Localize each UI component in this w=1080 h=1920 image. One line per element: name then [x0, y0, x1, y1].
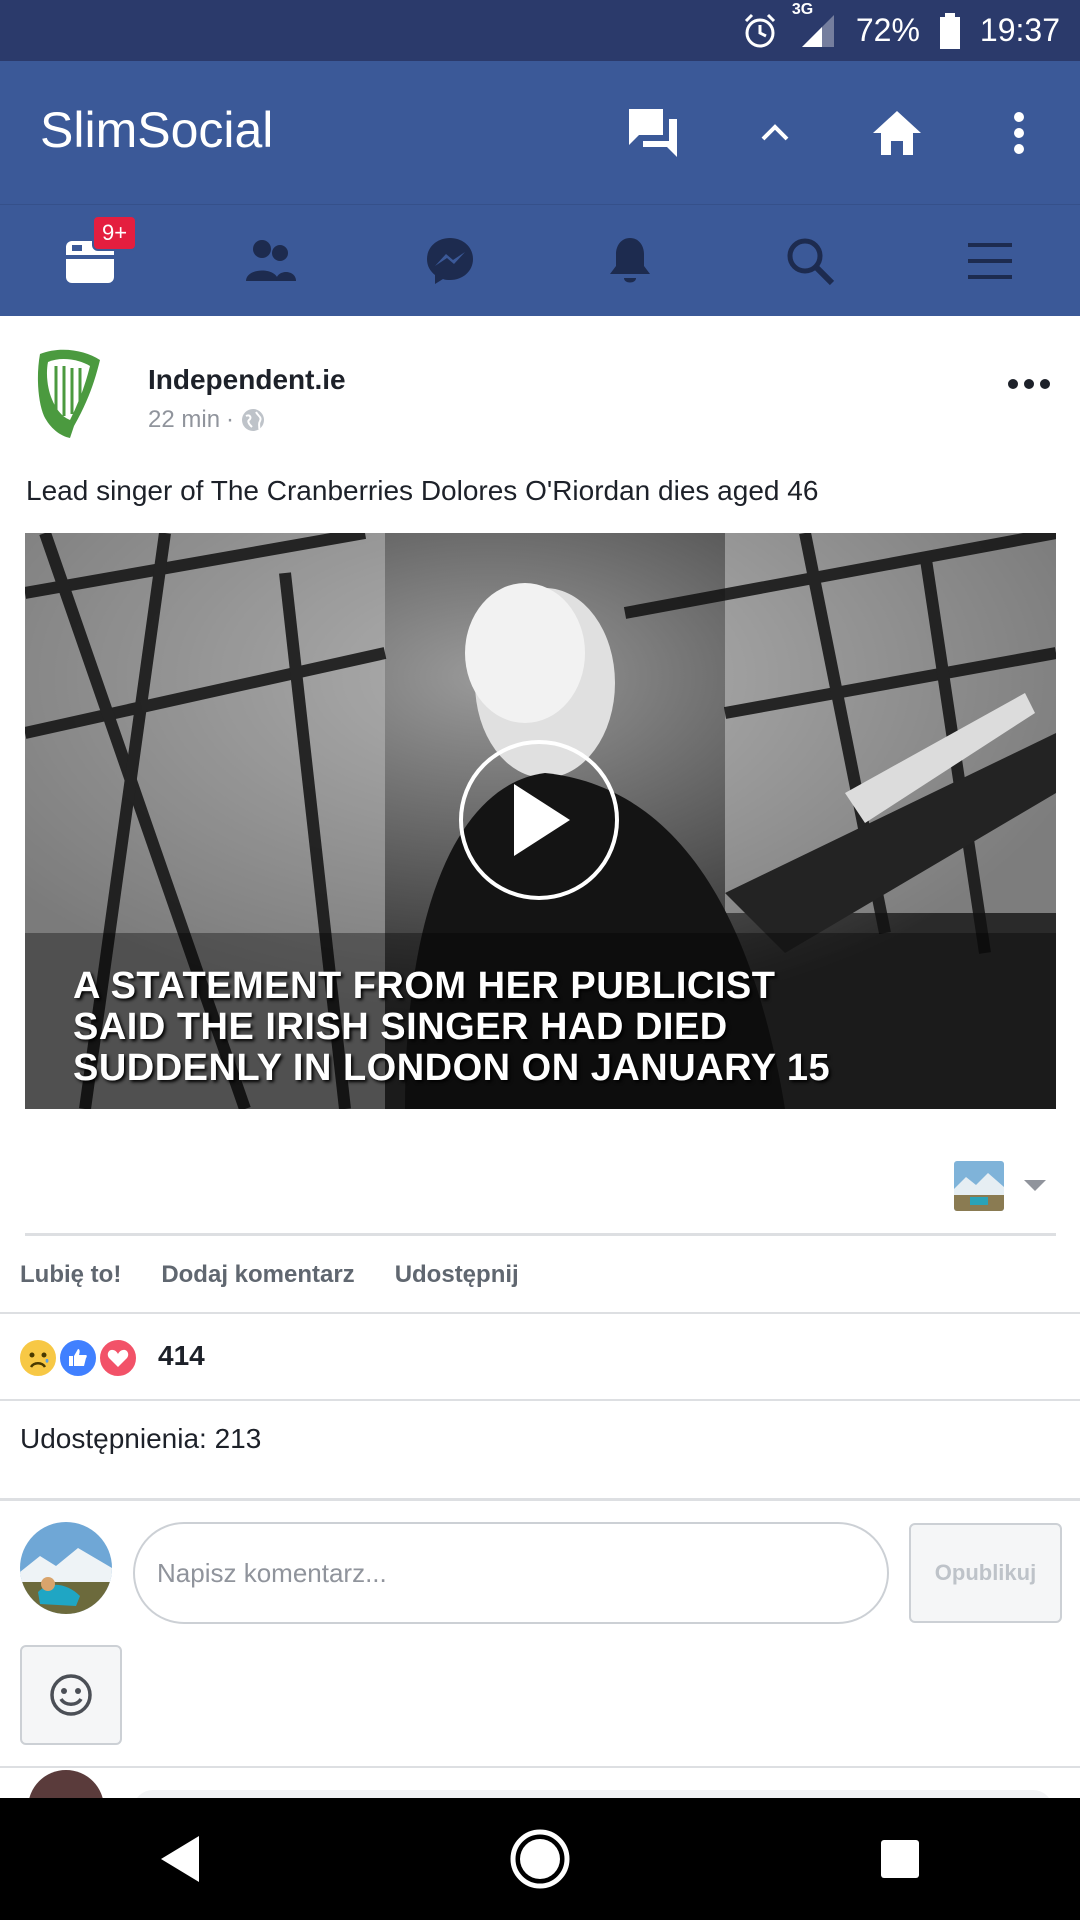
app-actions — [592, 61, 1080, 204]
chevron-up-icon — [761, 123, 789, 140]
harp-logo-icon — [37, 349, 100, 438]
search-icon — [787, 238, 835, 286]
publish-button[interactable]: Opublikuj — [909, 1523, 1062, 1623]
reactions-summary[interactable]: 414 — [0, 1314, 1080, 1398]
smiley-icon — [50, 1674, 92, 1716]
home-circle-icon — [510, 1829, 570, 1889]
divider — [0, 1399, 1080, 1401]
overflow-menu-button[interactable] — [958, 61, 1080, 204]
home-nav-button[interactable] — [480, 1799, 600, 1919]
tab-menu[interactable] — [900, 205, 1080, 317]
play-icon — [514, 784, 570, 856]
status-bar: 3G 72% 19:37 — [0, 0, 1080, 61]
caption-line: SUDDENLY IN LONDON ON JANUARY 15 — [73, 1047, 831, 1089]
signal-icon: 3G — [792, 1, 838, 51]
next-comment-peek — [0, 1768, 1080, 1798]
comment-input[interactable] — [133, 1522, 889, 1624]
caret-down-icon[interactable] — [1024, 1180, 1046, 1191]
overflow-menu-icon — [1014, 111, 1024, 154]
home-icon — [873, 110, 921, 155]
friends-icon — [246, 240, 296, 281]
menu-icon — [968, 243, 1012, 279]
post-text: Lead singer of The Cranberries Dolores O… — [26, 475, 819, 506]
more-dot-icon — [1024, 379, 1034, 389]
messages-icon — [629, 108, 677, 157]
battery-level: 72% — [855, 12, 920, 48]
app-title: SlimSocial — [40, 102, 274, 158]
more-dot-icon — [1040, 379, 1050, 389]
shares-count[interactable]: Udostępnienia: 213 — [20, 1423, 261, 1455]
post-actions: Lubię to! Dodaj komentarz Udostępnij — [0, 1236, 1080, 1314]
share-button[interactable]: Udostępnij — [395, 1261, 519, 1289]
reaction-identity-selector[interactable] — [0, 1112, 1080, 1237]
recents-button[interactable] — [840, 1799, 960, 1919]
meta-separator: · — [226, 406, 235, 433]
avatar[interactable] — [20, 1522, 112, 1614]
post-time[interactable]: 22 min — [148, 406, 220, 434]
love-reaction-icon — [98, 1338, 138, 1378]
video-player[interactable]: A STATEMENT FROM HER PUBLICIST SAID THE … — [25, 533, 1056, 1109]
post-header: Independent.ie 22 min · — [0, 316, 1080, 451]
caption-line: SAID THE IRISH SINGER HAD DIED — [73, 1006, 728, 1048]
like-reaction-icon — [58, 1338, 98, 1378]
messages-button[interactable] — [592, 61, 714, 204]
caption-line: A STATEMENT FROM HER PUBLICIST — [73, 965, 776, 1007]
post-options-button[interactable] — [1004, 374, 1054, 394]
recents-icon — [881, 1840, 919, 1878]
tab-friends[interactable] — [180, 205, 360, 317]
identity-thumbnail[interactable] — [954, 1161, 1004, 1211]
divider — [0, 1498, 1080, 1501]
reaction-count: 414 — [158, 1340, 205, 1371]
notifications-icon — [610, 238, 650, 283]
tab-notifications[interactable] — [540, 205, 720, 317]
alarm-icon — [740, 11, 780, 51]
scroll-top-button[interactable] — [714, 61, 836, 204]
tab-search[interactable] — [720, 205, 900, 317]
tab-news-feed[interactable]: 9+ — [0, 205, 180, 317]
facebook-nav: 9+ — [0, 204, 1080, 316]
emoji-button[interactable] — [20, 1645, 122, 1745]
comment-button[interactable]: Dodaj komentarz — [161, 1261, 354, 1289]
back-icon — [161, 1836, 199, 1882]
like-button[interactable]: Lubię to! — [20, 1261, 121, 1289]
post-meta: 22 min · — [148, 406, 266, 434]
video-caption: A STATEMENT FROM HER PUBLICIST SAID THE … — [73, 966, 830, 1089]
tab-messenger[interactable] — [360, 205, 540, 317]
sad-reaction-icon — [18, 1338, 58, 1378]
back-button[interactable] — [120, 1799, 240, 1919]
page-avatar[interactable] — [30, 346, 120, 442]
network-type: 3G — [791, 0, 814, 18]
messenger-icon — [427, 238, 473, 284]
play-button[interactable] — [459, 740, 619, 900]
more-dot-icon — [1008, 379, 1018, 389]
notification-badge: 9+ — [92, 215, 138, 251]
battery-icon — [938, 11, 962, 51]
home-button[interactable] — [836, 61, 958, 204]
app-bar: SlimSocial — [0, 61, 1080, 204]
system-navigation-bar — [0, 1798, 1080, 1920]
globe-icon — [242, 409, 265, 431]
clock-time: 19:37 — [979, 12, 1060, 48]
page-name[interactable]: Independent.ie — [148, 364, 346, 396]
